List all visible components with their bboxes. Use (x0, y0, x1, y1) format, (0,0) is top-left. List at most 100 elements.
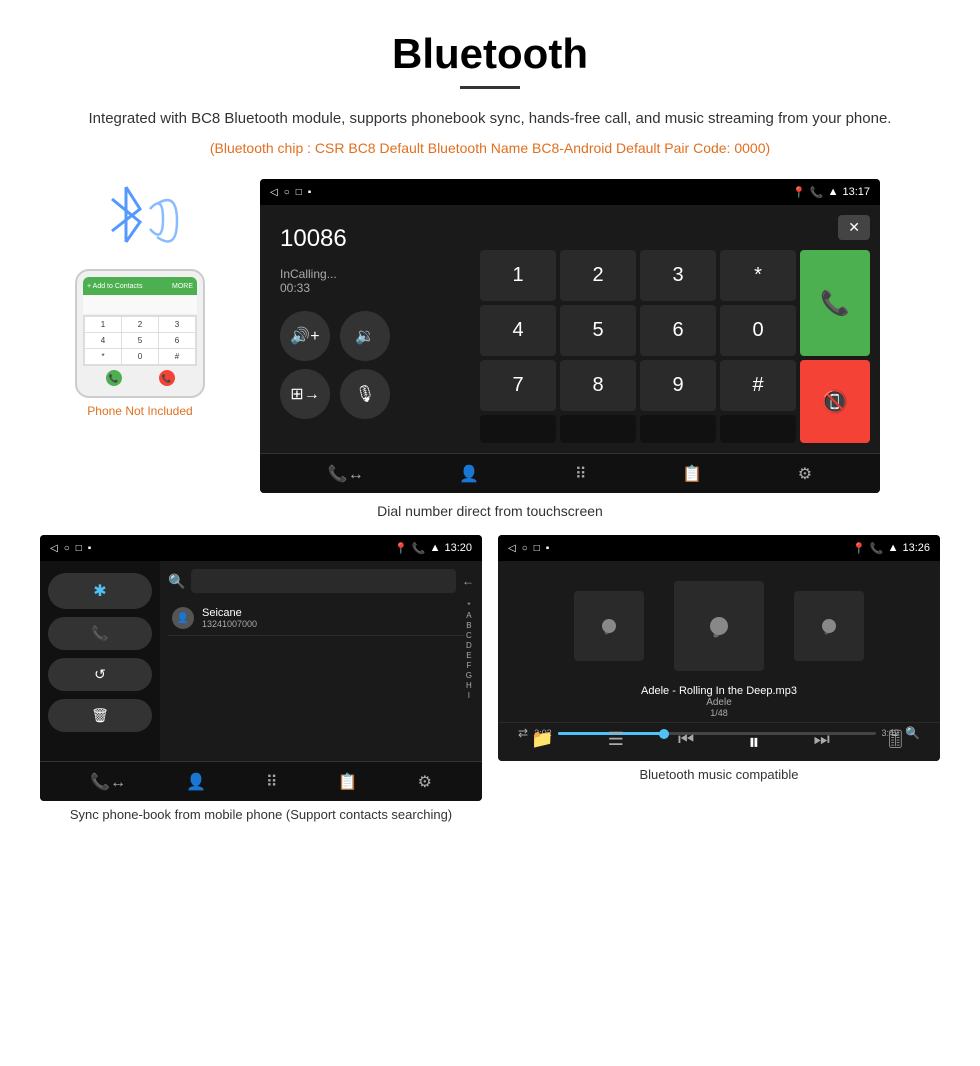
pb-contact-number: 13241007000 (202, 619, 257, 629)
key-9[interactable]: 9 (640, 360, 716, 411)
pb-location-icon: 📍 (394, 542, 408, 555)
phone-key-4[interactable]: 4 (85, 333, 121, 348)
pb-nav-settings-icon[interactable]: ⚙ (418, 772, 432, 792)
pb-nav-call-icon[interactable]: 📞↔ (90, 772, 126, 792)
phone-end-button[interactable]: 📞 (159, 370, 175, 386)
album-art-left: ♪ (574, 591, 644, 661)
pb-bluetooth-button[interactable]: ✱ (48, 573, 152, 609)
music-song-title: Adele - Rolling In the Deep.mp3 (502, 685, 936, 697)
phone-image-area: + Add to Contacts MORE 1 2 3 4 5 6 * 0 #… (40, 179, 240, 418)
dial-content: 10086 InCalling... 00:33 🔊+ 🔉 ⊞→ 🎙 (260, 205, 880, 453)
dial-android-navbar: 📞↔ 👤 ⠿ 📋 ⚙ (260, 453, 880, 493)
pb-main: 🔍 ← 👤 Seicane 13241007000 (160, 561, 482, 761)
pb-contact-row[interactable]: 👤 Seicane 13241007000 (168, 601, 464, 636)
pb-home-icon: ○ (64, 543, 70, 554)
music-statusbar-right: 📍 📞 ▲ 13:26 (852, 542, 930, 555)
pb-phone-button[interactable]: 📞 (48, 617, 152, 650)
nav-dialpad-icon[interactable]: ⠿ (575, 464, 587, 484)
wifi-icon: ▲ (828, 186, 839, 198)
home-icon: ○ (284, 187, 290, 198)
music-info: Adele - Rolling In the Deep.mp3 Adele 1/… (498, 681, 940, 722)
phone-key-3[interactable]: 3 (159, 317, 195, 332)
phone-key-0[interactable]: 0 (122, 349, 158, 364)
key-empty-3 (640, 415, 716, 443)
bottom-row: ◁ ○ □ ▪ 📍 📞 ▲ 13:20 ✱ 📞 ↺ � (40, 535, 940, 822)
key-1[interactable]: 1 (480, 250, 556, 301)
pb-search-row: 🔍 ← (168, 569, 474, 593)
intro-text: Integrated with BC8 Bluetooth module, su… (40, 107, 940, 131)
phone-key-star[interactable]: * (85, 349, 121, 364)
nav-call-icon[interactable]: 📞↔ (328, 464, 364, 484)
key-empty-4 (720, 415, 796, 443)
music-play-button[interactable]: ⏸ (748, 729, 759, 755)
phone-number-display (83, 295, 197, 315)
pb-recents-icon: □ (76, 543, 82, 554)
music-statusbar-time: 13:26 (902, 542, 930, 554)
pb-nav-contacts-icon[interactable]: 👤 (186, 772, 206, 792)
music-artist: Adele (502, 697, 936, 708)
pb-nav-dialpad-icon[interactable]: ⠿ (266, 772, 278, 792)
pb-back-arrow-icon[interactable]: ← (462, 574, 474, 588)
phone-topbar-label: + Add to Contacts (87, 283, 142, 290)
nav-history-icon[interactable]: 📋 (682, 464, 702, 484)
dial-android-screen: ◁ ○ □ ▪ 📍 📞 ▲ 13:17 10086 InCalling... 0… (260, 179, 880, 493)
key-4[interactable]: 4 (480, 305, 556, 356)
key-5[interactable]: 5 (560, 305, 636, 356)
phone-key-hash[interactable]: # (159, 349, 195, 364)
key-7[interactable]: 7 (480, 360, 556, 411)
mute-button[interactable]: 🎙 (340, 369, 390, 419)
music-screen: ◁ ○ □ ▪ 📍 📞 ▲ 13:26 ♪ (498, 535, 940, 761)
statusbar-nav-icons: ◁ ○ □ ▪ (270, 187, 311, 198)
dial-number: 10086 (280, 225, 460, 253)
key-0[interactable]: 0 (720, 305, 796, 356)
answer-call-button[interactable]: 📞 (800, 250, 870, 356)
music-next-icon[interactable]: ⏭ (814, 729, 830, 755)
phone-call-button[interactable]: 📞 (106, 370, 122, 386)
volume-up-button[interactable]: 🔊+ (280, 311, 330, 361)
pb-delete-button[interactable]: 🗑 (48, 699, 152, 732)
music-playlist-icon[interactable]: ☰ (608, 729, 624, 755)
pb-search-bar[interactable] (191, 569, 456, 593)
music-prev-icon[interactable]: ⏮ (678, 729, 694, 755)
backspace-icon: ✕ (848, 219, 860, 236)
music-track-count: 1/48 (502, 708, 936, 718)
music-folder-icon[interactable]: 📁 (531, 729, 553, 755)
nav-contacts-icon[interactable]: 👤 (459, 464, 479, 484)
phone-key-6[interactable]: 6 (159, 333, 195, 348)
key-8[interactable]: 8 (560, 360, 636, 411)
bluetooth-signal-svg (90, 179, 200, 259)
pb-nav-history-icon[interactable]: 📋 (338, 772, 358, 792)
back-icon: ◁ (270, 187, 278, 198)
key-hash[interactable]: # (720, 360, 796, 411)
pb-search-icon: 🔍 (168, 573, 185, 590)
key-6[interactable]: 6 (640, 305, 716, 356)
pb-statusbar-right: 📍 📞 ▲ 13:20 (394, 542, 472, 555)
pb-statusbar-time: 13:20 (444, 542, 472, 554)
key-2[interactable]: 2 (560, 250, 636, 301)
album-art-right: ♪ (794, 591, 864, 661)
nav-settings-icon[interactable]: ⚙ (798, 464, 812, 484)
dial-right-panel: ✕ 1 2 3 * 📞 4 5 6 0 (470, 205, 880, 453)
backspace-button[interactable]: ✕ (838, 215, 870, 240)
dial-statusbar: ◁ ○ □ ▪ 📍 📞 ▲ 13:17 (260, 179, 880, 205)
pb-sync-button[interactable]: ↺ (48, 658, 152, 691)
statusbar-time: 13:17 (842, 186, 870, 198)
phone-key-2[interactable]: 2 (122, 317, 158, 332)
pb-back-icon: ◁ (50, 543, 58, 554)
pb-statusbar-left: ◁ ○ □ ▪ (50, 543, 91, 554)
key-3[interactable]: 3 (640, 250, 716, 301)
key-star[interactable]: * (720, 250, 796, 301)
music-extra-controls: 📁 ☰ ⏮ ⏸ ⏭ 🎚 (498, 722, 940, 761)
phonebook-caption: Sync phone-book from mobile phone (Suppo… (40, 807, 482, 822)
phone-key-5[interactable]: 5 (122, 333, 158, 348)
music-equalizer-icon[interactable]: 🎚 (884, 729, 907, 755)
notification-icon: ▪ (308, 187, 312, 198)
phone-key-1[interactable]: 1 (85, 317, 121, 332)
end-call-button[interactable]: 📵 (800, 360, 870, 443)
volume-down-button[interactable]: 🔉 (340, 311, 390, 361)
phone-topbar-more: MORE (172, 283, 193, 290)
pb-contact-name: Seicane (202, 607, 257, 619)
pb-android-navbar: 📞↔ 👤 ⠿ 📋 ⚙ (40, 761, 482, 801)
location-icon: 📍 (792, 186, 806, 199)
transfer-button[interactable]: ⊞→ (280, 369, 330, 419)
